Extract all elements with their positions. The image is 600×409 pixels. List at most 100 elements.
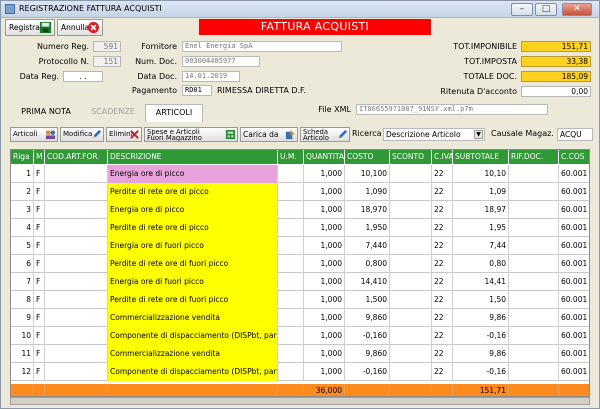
cell-riga[interactable]: 10 xyxy=(11,327,34,345)
cell-civa[interactable]: 22 xyxy=(432,201,453,219)
cell-costo[interactable]: 0,800 xyxy=(345,255,390,273)
cell-um[interactable] xyxy=(278,273,304,291)
cell-rif[interactable] xyxy=(509,201,559,219)
col-header-costo[interactable]: COSTO xyxy=(345,150,390,164)
cell-desc[interactable]: Perdite di rete ore di picco xyxy=(108,219,278,237)
cell-rif[interactable] xyxy=(509,291,559,309)
cell-qta[interactable]: 1,000 xyxy=(304,291,345,309)
num-doc-field[interactable]: 003004485977 xyxy=(182,56,260,67)
cell-m[interactable]: F xyxy=(34,183,45,201)
cell-cod[interactable] xyxy=(45,237,108,255)
table-row[interactable]: 11 F Commercializzazione vendita 1,000 9,860… xyxy=(11,345,589,363)
ricerca-select[interactable]: Descrizione Articolo ▼ xyxy=(383,128,485,141)
cell-rif[interactable] xyxy=(509,273,559,291)
cell-um[interactable] xyxy=(278,237,304,255)
cell-desc[interactable]: Energia ore di fuori picco xyxy=(108,237,278,255)
table-row[interactable]: 3 F Energia ore di picco 1,000 18,970 22 18,97… xyxy=(11,201,589,219)
cell-desc[interactable]: Componente di dispacciamento (DISPbt, pa… xyxy=(108,363,278,381)
cell-sub[interactable]: 18,97 xyxy=(453,201,509,219)
cell-sconto[interactable] xyxy=(390,309,432,327)
cell-sub[interactable]: 14,41 xyxy=(453,273,509,291)
cell-cod[interactable] xyxy=(45,201,108,219)
registra-button[interactable]: Registra xyxy=(5,19,55,36)
cell-ccos[interactable]: 60.001 xyxy=(559,345,589,363)
cell-riga[interactable]: 7 xyxy=(11,273,34,291)
cell-sconto[interactable] xyxy=(390,363,432,381)
cell-riga[interactable]: 5 xyxy=(11,237,34,255)
cell-desc[interactable]: Energia ore di picco xyxy=(108,201,278,219)
spese-articoli-fuori-magazzino-button[interactable]: Spese e Articoli Fuori Magazzino xyxy=(144,127,238,142)
cell-desc[interactable]: Energia ore di fuori picco xyxy=(108,273,278,291)
cell-rif[interactable] xyxy=(509,237,559,255)
cell-desc[interactable]: Componente di dispacciamento (DISPbt, pa… xyxy=(108,327,278,345)
cell-costo[interactable]: 1,950 xyxy=(345,219,390,237)
cell-desc[interactable]: Perdite di rete ore di fuori picco xyxy=(108,255,278,273)
cell-cod[interactable] xyxy=(45,219,108,237)
table-row[interactable]: 1 F Energia ore di picco 1,000 10,100 22 10,10… xyxy=(11,165,589,183)
cell-desc[interactable]: Perdite di rete ore di fuori picco xyxy=(108,291,278,309)
minimize-button[interactable]: – xyxy=(511,3,533,16)
tab-scadenze[interactable]: SCADENZE xyxy=(83,104,143,119)
col-header-civa[interactable]: C.IVA xyxy=(432,150,453,164)
cell-costo[interactable]: 1,090 xyxy=(345,183,390,201)
file-xml-field[interactable]: IT06655971007_91NSY.xml.p7m xyxy=(356,104,548,115)
cell-cod[interactable] xyxy=(45,327,108,345)
cell-sub[interactable]: 9,86 xyxy=(453,345,509,363)
cell-civa[interactable]: 22 xyxy=(432,219,453,237)
cell-riga[interactable]: 3 xyxy=(11,201,34,219)
cell-sub[interactable]: 10,10 xyxy=(453,165,509,183)
cell-cod[interactable] xyxy=(45,165,108,183)
cell-sconto[interactable] xyxy=(390,273,432,291)
cell-qta[interactable]: 1,000 xyxy=(304,345,345,363)
cell-civa[interactable]: 22 xyxy=(432,255,453,273)
cell-cod[interactable] xyxy=(45,183,108,201)
cell-qta[interactable]: 1,000 xyxy=(304,201,345,219)
cell-ccos[interactable]: 60.001 xyxy=(559,363,589,381)
cell-costo[interactable]: 7,440 xyxy=(345,237,390,255)
modifica-button[interactable]: Modifica xyxy=(60,127,104,142)
cell-cod[interactable] xyxy=(45,291,108,309)
cell-cod[interactable] xyxy=(45,273,108,291)
cell-civa[interactable]: 22 xyxy=(432,363,453,381)
data-doc-field[interactable]: 14.01.2019 xyxy=(182,71,240,82)
cell-m[interactable]: F xyxy=(34,219,45,237)
cell-desc[interactable]: Perdite di rete ore di picco xyxy=(108,183,278,201)
cell-riga[interactable]: 4 xyxy=(11,219,34,237)
cell-sub[interactable]: 9,86 xyxy=(453,309,509,327)
cell-sconto[interactable] xyxy=(390,219,432,237)
cell-ccos[interactable]: 60.001 xyxy=(559,273,589,291)
cell-m[interactable]: F xyxy=(34,363,45,381)
cell-sub[interactable]: 1,95 xyxy=(453,219,509,237)
cell-rif[interactable] xyxy=(509,255,559,273)
numero-reg-field[interactable]: 591 xyxy=(93,41,121,52)
horizontal-scrollbar[interactable] xyxy=(10,397,590,405)
cell-cod[interactable] xyxy=(45,363,108,381)
cell-costo[interactable]: 9,860 xyxy=(345,345,390,363)
cell-civa[interactable]: 22 xyxy=(432,309,453,327)
cell-m[interactable]: F xyxy=(34,273,45,291)
cell-qta[interactable]: 1,000 xyxy=(304,165,345,183)
cell-um[interactable] xyxy=(278,291,304,309)
data-reg-field[interactable]: . . xyxy=(63,71,103,82)
cell-ccos[interactable]: 60.001 xyxy=(559,309,589,327)
cell-sub[interactable]: 1,50 xyxy=(453,291,509,309)
table-row[interactable]: 9 F Commercializzazione vendita 1,000 9,860 2… xyxy=(11,309,589,327)
close-window-button[interactable]: ✕ xyxy=(562,3,592,16)
cell-rif[interactable] xyxy=(509,363,559,381)
cell-sub[interactable]: -0,16 xyxy=(453,363,509,381)
cell-m[interactable]: F xyxy=(34,255,45,273)
cell-desc[interactable]: Commercializzazione vendita xyxy=(108,309,278,327)
cell-sub[interactable]: 0,80 xyxy=(453,255,509,273)
cell-costo[interactable]: 14,410 xyxy=(345,273,390,291)
cell-qta[interactable]: 1,000 xyxy=(304,309,345,327)
table-row[interactable]: 5 F Energia ore di fuori picco 1,000 7,440 22… xyxy=(11,237,589,255)
cell-m[interactable]: F xyxy=(34,345,45,363)
cell-qta[interactable]: 1,000 xyxy=(304,273,345,291)
col-header-quantita[interactable]: QUANTITA' xyxy=(304,150,345,164)
cell-m[interactable]: F xyxy=(34,327,45,345)
cell-riga[interactable]: 6 xyxy=(11,255,34,273)
cell-sconto[interactable] xyxy=(390,183,432,201)
cell-m[interactable]: F xyxy=(34,201,45,219)
cell-um[interactable] xyxy=(278,201,304,219)
cell-civa[interactable]: 22 xyxy=(432,291,453,309)
